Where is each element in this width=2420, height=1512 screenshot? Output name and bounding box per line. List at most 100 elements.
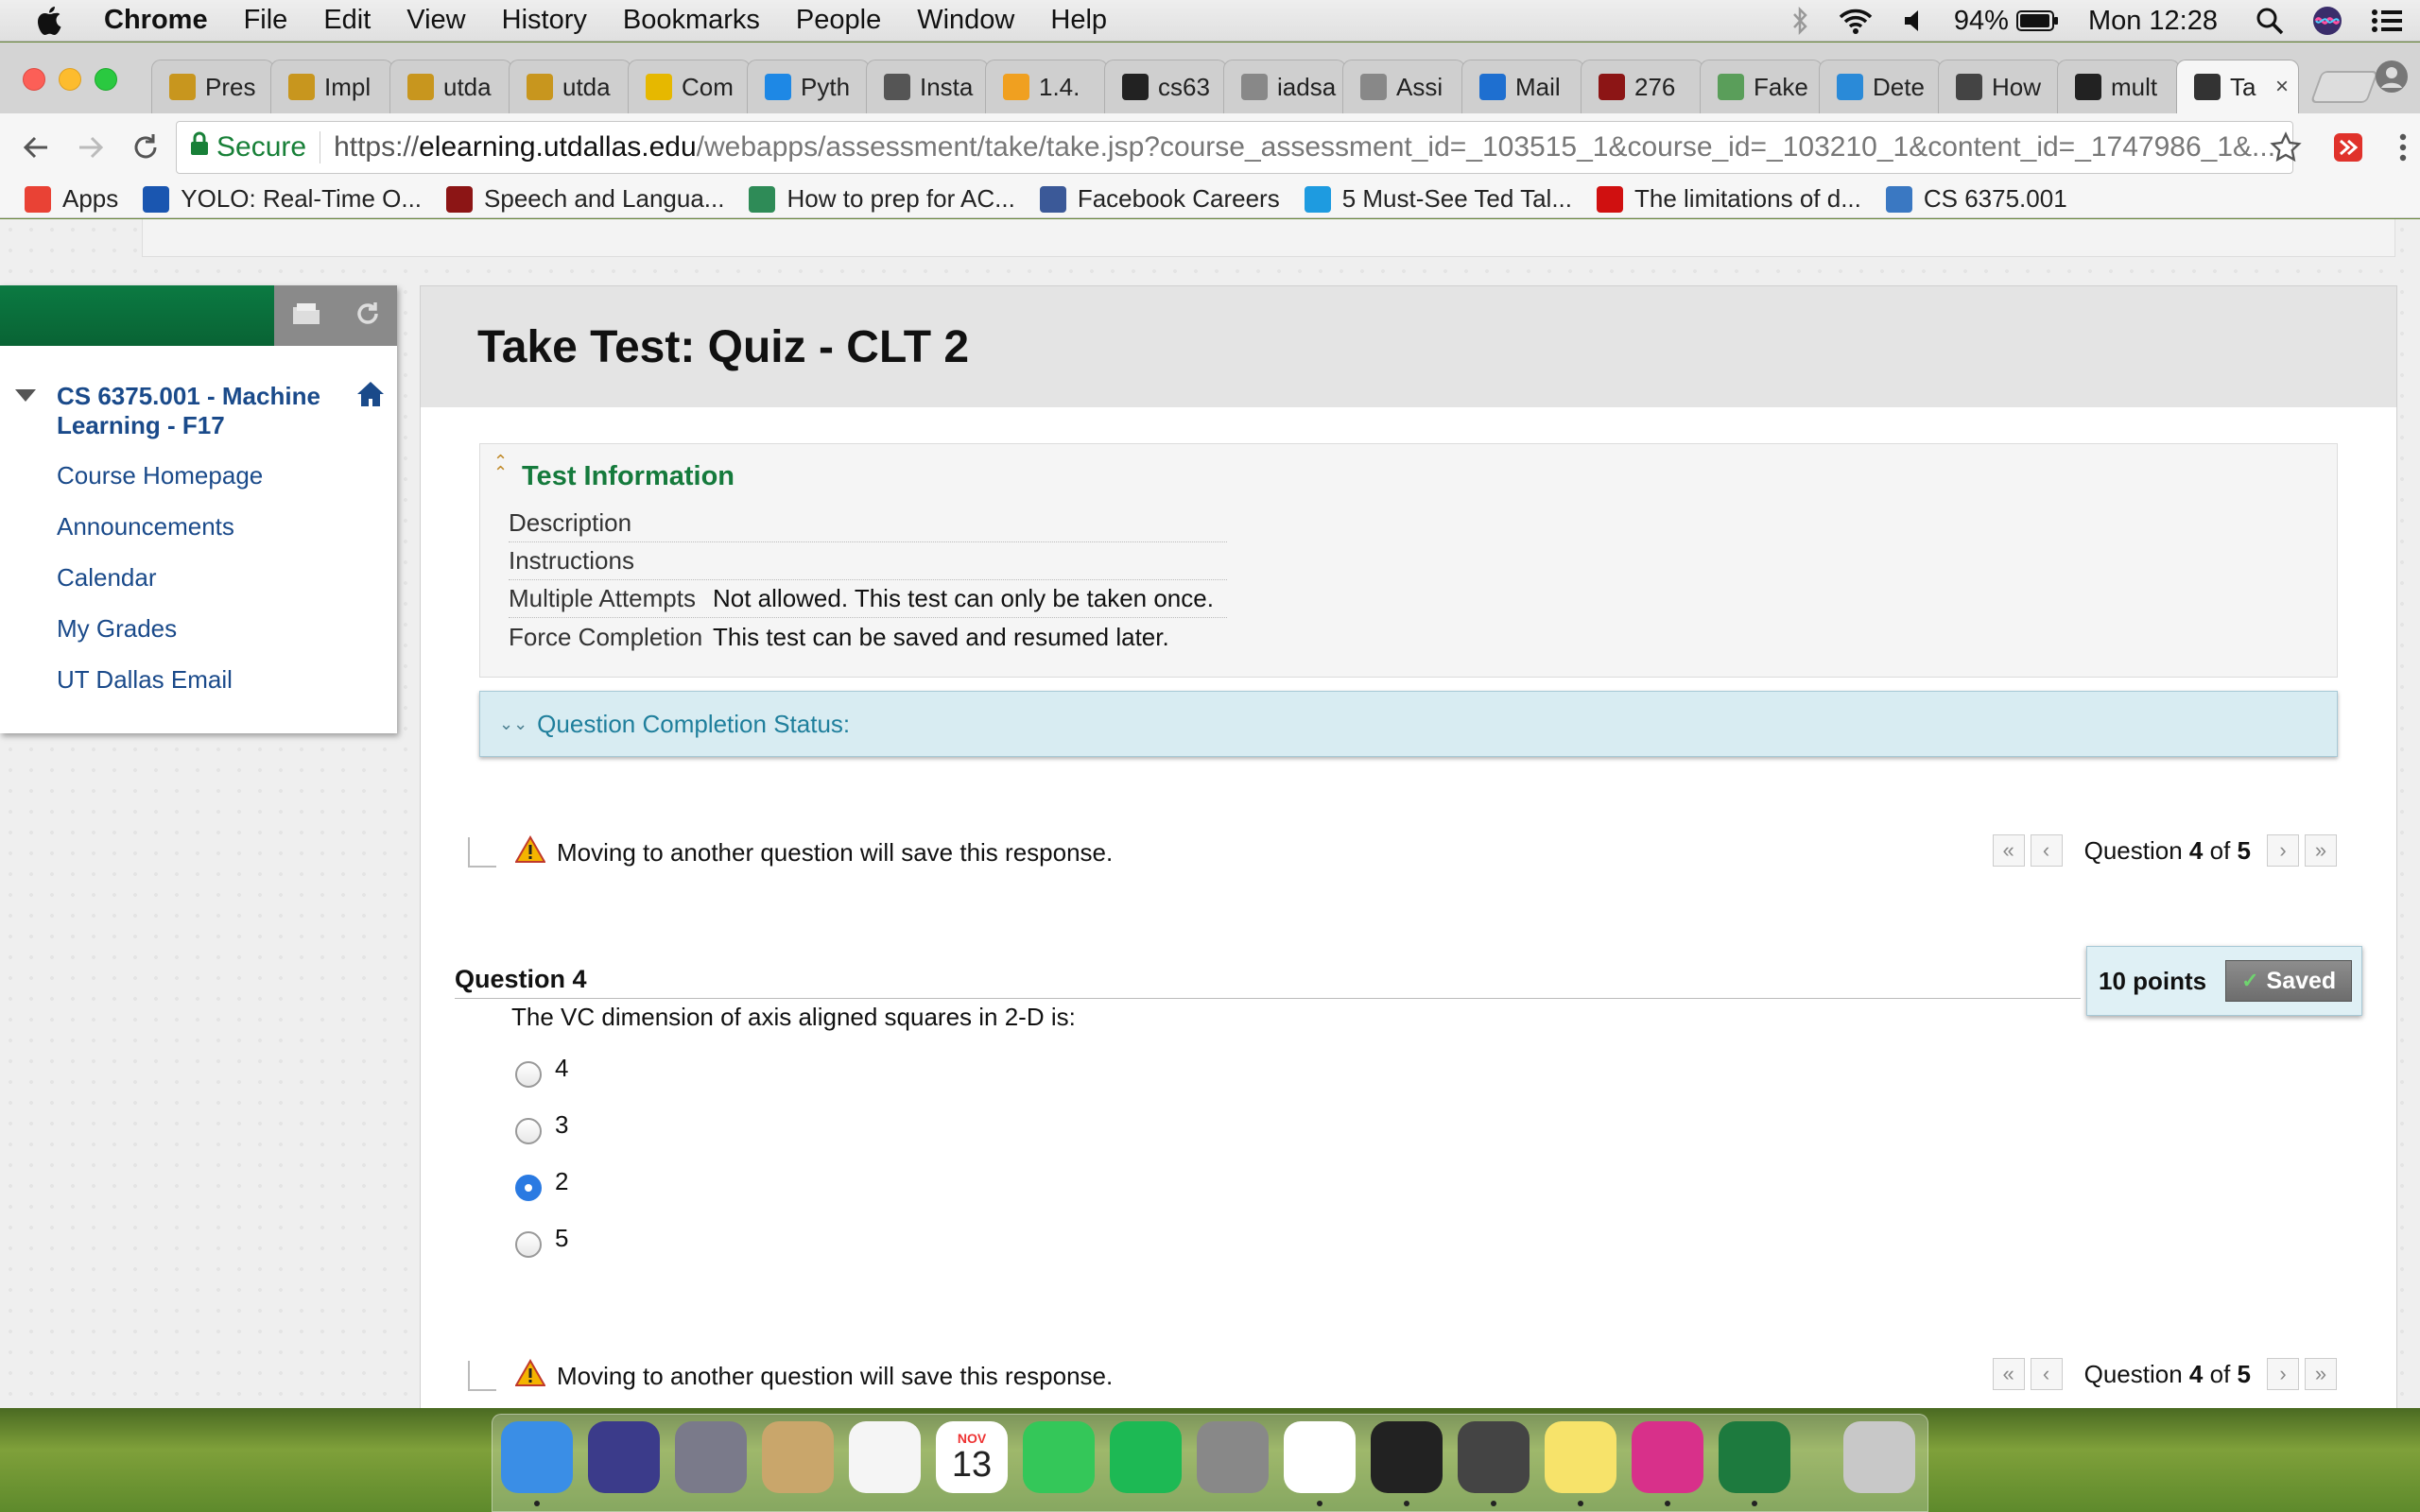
menu-help[interactable]: Help [1050,5,1107,36]
menu-bookmarks[interactable]: Bookmarks [623,5,760,36]
nav-announcements[interactable]: Announcements [57,501,397,552]
notification-center-icon[interactable] [2371,8,2403,34]
tab[interactable]: Com [628,60,751,113]
tab[interactable]: Fake [1700,60,1823,113]
trash-icon[interactable] [1843,1421,1915,1493]
volume-icon[interactable] [1903,9,1926,33]
tab[interactable]: Insta [866,60,989,113]
collapse-up-icon[interactable]: ⌃ ⌃ [493,453,508,481]
first-question-button[interactable]: « [1992,834,2025,867]
stickies-icon[interactable] [1545,1421,1616,1493]
spotify-icon[interactable] [1110,1421,1182,1493]
bookmark-item[interactable]: Apps [25,184,118,214]
tab[interactable]: Mail [1461,60,1584,113]
last-question-button[interactable]: » [2305,1358,2337,1390]
clock[interactable]: Mon 12:28 [2088,6,2218,37]
menu-app-name[interactable]: Chrome [104,5,208,36]
tab[interactable]: mult [2057,60,2180,113]
close-window-button[interactable] [23,68,45,91]
folder-view-icon[interactable] [291,301,321,331]
tab-active[interactable]: Ta × [2176,60,2299,113]
profile-icon[interactable] [2375,60,2409,98]
sublime-icon[interactable] [1458,1421,1530,1493]
menu-history[interactable]: History [502,5,587,36]
radio-button[interactable] [515,1230,542,1258]
back-button[interactable] [17,129,55,166]
minimize-window-button[interactable] [59,68,81,91]
answer-option[interactable]: 3 [515,1110,568,1144]
next-question-button[interactable]: › [2267,1358,2299,1390]
answer-option[interactable]: 5 [515,1224,568,1258]
tab[interactable]: Impl [270,60,393,113]
menu-view[interactable]: View [406,5,465,36]
option-label[interactable]: 5 [555,1224,568,1253]
close-tab-icon[interactable]: × [2275,74,2289,100]
apple-icon[interactable] [36,5,74,37]
nav-calendar[interactable]: Calendar [57,552,397,603]
reload-button[interactable] [127,129,164,166]
tab[interactable]: Dete [1819,60,1942,113]
tab[interactable]: Pres [151,60,274,113]
last-question-button[interactable]: » [2305,834,2337,867]
chrome-menu-icon[interactable] [2384,129,2420,166]
bookmark-item[interactable]: YOLO: Real-Time O... [143,184,422,214]
nav-course-homepage[interactable]: Course Homepage [57,450,397,501]
bookmark-item[interactable]: How to prep for AC... [749,184,1015,214]
bookmark-item[interactable]: Facebook Careers [1039,184,1280,214]
menu-window[interactable]: Window [917,5,1014,36]
tab[interactable]: 1.4. [985,60,1108,113]
bookmark-item[interactable]: The limitations of d... [1596,184,1861,214]
next-question-button[interactable]: › [2267,834,2299,867]
terminal-icon[interactable] [1371,1421,1443,1493]
nav-my-grades[interactable]: My Grades [57,603,397,654]
facetime-icon[interactable] [1023,1421,1095,1493]
question-completion-status[interactable]: ⌄⌄ Question Completion Status: [479,691,2338,757]
tab[interactable]: 276 [1581,60,1703,113]
siri-icon[interactable] [2312,6,2342,36]
calendar-icon[interactable]: NOV 13 [936,1421,1008,1493]
previous-question-button[interactable]: ‹ [2030,834,2063,867]
first-question-button[interactable]: « [1992,1358,2025,1390]
tab[interactable]: iadsa [1223,60,1346,113]
previous-question-button[interactable]: ‹ [2030,1358,2063,1390]
radio-button-selected[interactable] [515,1174,542,1201]
launchpad-icon[interactable] [675,1421,747,1493]
radio-button[interactable] [515,1117,542,1144]
saved-button[interactable]: ✓ Saved [2225,960,2353,1002]
test-information-heading[interactable]: Test Information [522,461,735,492]
course-title[interactable]: CS 6375.001 - Machine Learning - F17 [57,382,320,439]
bookmark-star-icon[interactable] [2267,129,2305,166]
radio-button[interactable] [515,1060,542,1088]
spotlight-search-icon[interactable] [2256,7,2284,35]
battery-icon[interactable] [2015,9,2060,32]
home-icon[interactable] [355,380,386,415]
tab[interactable]: utda [509,60,631,113]
option-label[interactable]: 4 [555,1054,568,1083]
mail-icon[interactable] [762,1421,834,1493]
tab[interactable]: Assi [1342,60,1465,113]
menu-file[interactable]: File [244,5,288,36]
collapse-triangle-icon[interactable] [15,389,36,402]
excel-icon[interactable] [1719,1421,1790,1493]
forward-button[interactable] [72,129,110,166]
option-label[interactable]: 2 [555,1167,568,1196]
menu-edit[interactable]: Edit [323,5,371,36]
tab[interactable]: cs63 [1104,60,1227,113]
system-preferences-icon[interactable] [1197,1421,1269,1493]
bookmark-item[interactable]: 5 Must-See Ted Tal... [1304,184,1572,214]
bluetooth-icon[interactable] [1791,7,1808,35]
tab[interactable]: utda [389,60,512,113]
address-bar[interactable]: Secure https://elearning.utdallas.edu/we… [176,121,2293,174]
nav-ut-dallas-email[interactable]: UT Dallas Email [57,654,397,705]
bookmark-item[interactable]: Speech and Langua... [446,184,724,214]
answer-option[interactable]: 2 [515,1167,568,1201]
zoom-window-button[interactable] [95,68,117,91]
intellij-icon[interactable] [1632,1421,1703,1493]
bookmark-item[interactable]: CS 6375.001 [1885,184,2067,214]
course-menu-header[interactable]: CS 6375.001 - Machine Learning - F17 [0,382,397,440]
tab[interactable]: How [1938,60,2061,113]
tab[interactable]: Pyth [747,60,870,113]
photos-icon[interactable] [849,1421,921,1493]
extension-icon[interactable] [2329,129,2367,166]
chrome-icon[interactable] [1284,1421,1356,1493]
